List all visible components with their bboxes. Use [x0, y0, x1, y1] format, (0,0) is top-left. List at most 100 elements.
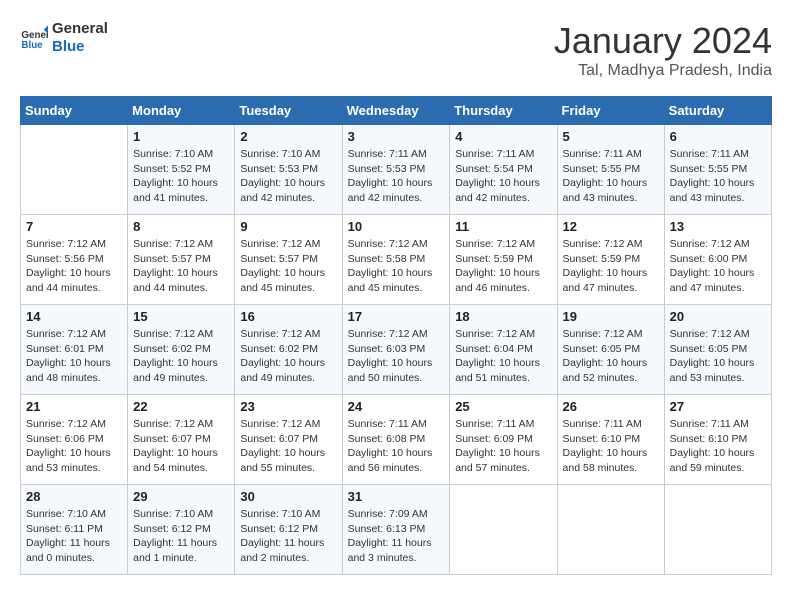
day-info: Sunrise: 7:11 AMSunset: 5:53 PMDaylight:… — [348, 147, 445, 206]
day-info: Sunrise: 7:09 AMSunset: 6:13 PMDaylight:… — [348, 507, 445, 566]
weekday-header-tuesday: Tuesday — [235, 97, 342, 125]
location-title: Tal, Madhya Pradesh, India — [554, 62, 772, 80]
week-row-2: 7 Sunrise: 7:12 AMSunset: 5:56 PMDaylight… — [21, 215, 772, 305]
calendar-cell: 10Sunrise: 7:12 AMSunset: 5:58 PMDayligh… — [342, 215, 450, 305]
day-number: 1 — [133, 129, 229, 144]
day-info: Sunrise: 7:12 AMSunset: 6:07 PMDaylight:… — [133, 417, 229, 476]
day-number: 13 — [670, 219, 766, 234]
day-number: 18 — [455, 309, 551, 324]
day-number: 16 — [240, 309, 336, 324]
calendar-cell: 23 Sunrise: 7:12 AMSunset: 6:07 PMDayligh… — [235, 395, 342, 485]
day-number: 15 — [133, 309, 229, 324]
weekday-header-row: SundayMondayTuesdayWednesdayThursdayFrid… — [21, 97, 772, 125]
day-info: Sunrise: 7:12 AMSunset: 6:06 PMDaylight:… — [26, 417, 122, 476]
day-info: Sunrise: 7:12 AMSunset: 6:05 PMDaylight:… — [563, 327, 659, 386]
weekday-header-monday: Monday — [128, 97, 235, 125]
calendar-cell: 18 Sunrise: 7:12 AMSunset: 6:04 PMDayligh… — [450, 305, 557, 395]
day-info: Sunrise: 7:12 AMSunset: 5:57 PMDaylight:… — [133, 237, 229, 296]
day-number: 14 — [26, 309, 122, 324]
day-number: 6 — [670, 129, 766, 144]
calendar-cell: 21 Sunrise: 7:12 AMSunset: 6:06 PMDayligh… — [21, 395, 128, 485]
day-info: Sunrise: 7:10 AMSunset: 6:11 PMDaylight:… — [26, 507, 122, 566]
day-info: Sunrise: 7:12 AMSunset: 6:04 PMDaylight:… — [455, 327, 551, 386]
day-info: Sunrise: 7:12 AMSunset: 5:59 PMDaylight:… — [455, 237, 551, 296]
day-number: 4 — [455, 129, 551, 144]
svg-text:Blue: Blue — [21, 40, 43, 51]
day-info: Sunrise: 7:11 AMSunset: 5:55 PMDaylight:… — [670, 147, 766, 206]
day-number: 10 — [348, 219, 445, 234]
month-title: January 2024 — [554, 20, 772, 62]
day-number: 7 — [26, 219, 122, 234]
day-number: 12 — [563, 219, 659, 234]
calendar-cell: 24 Sunrise: 7:11 AMSunset: 6:08 PMDayligh… — [342, 395, 450, 485]
logo-icon: General Blue — [20, 24, 48, 52]
calendar-cell: 4 Sunrise: 7:11 AMSunset: 5:54 PMDaylight… — [450, 125, 557, 215]
day-number: 23 — [240, 399, 336, 414]
day-number: 11 — [455, 219, 551, 234]
calendar-cell — [664, 485, 771, 575]
weekday-header-saturday: Saturday — [664, 97, 771, 125]
calendar-cell: 1 Sunrise: 7:10 AMSunset: 5:52 PMDaylight… — [128, 125, 235, 215]
week-row-4: 21 Sunrise: 7:12 AMSunset: 6:06 PMDayligh… — [21, 395, 772, 485]
calendar-cell — [21, 125, 128, 215]
day-number: 8 — [133, 219, 229, 234]
calendar-cell: 3 Sunrise: 7:11 AMSunset: 5:53 PMDaylight… — [342, 125, 450, 215]
day-info: Sunrise: 7:12 AMSunset: 5:59 PMDaylight:… — [563, 237, 659, 296]
day-info: Sunrise: 7:11 AMSunset: 5:54 PMDaylight:… — [455, 147, 551, 206]
logo-general: General — [52, 20, 108, 38]
day-info: Sunrise: 7:10 AMSunset: 5:52 PMDaylight:… — [133, 147, 229, 206]
day-number: 29 — [133, 489, 229, 504]
calendar-cell: 2 Sunrise: 7:10 AMSunset: 5:53 PMDaylight… — [235, 125, 342, 215]
day-number: 28 — [26, 489, 122, 504]
day-info: Sunrise: 7:12 AMSunset: 6:03 PMDaylight:… — [348, 327, 445, 386]
day-info: Sunrise: 7:11 AMSunset: 6:09 PMDaylight:… — [455, 417, 551, 476]
logo: General Blue General Blue — [20, 20, 108, 56]
day-info: Sunrise: 7:11 AMSunset: 6:08 PMDaylight:… — [348, 417, 445, 476]
calendar-cell: 12 Sunrise: 7:12 AMSunset: 5:59 PMDayligh… — [557, 215, 664, 305]
week-row-1: 1 Sunrise: 7:10 AMSunset: 5:52 PMDaylight… — [21, 125, 772, 215]
calendar-cell: 11 Sunrise: 7:12 AMSunset: 5:59 PMDayligh… — [450, 215, 557, 305]
day-info: Sunrise: 7:12 AMSunset: 6:02 PMDaylight:… — [240, 327, 336, 386]
day-number: 30 — [240, 489, 336, 504]
calendar-cell: 7 Sunrise: 7:12 AMSunset: 5:56 PMDaylight… — [21, 215, 128, 305]
day-number: 19 — [563, 309, 659, 324]
weekday-header-thursday: Thursday — [450, 97, 557, 125]
day-info: Sunrise: 7:11 AMSunset: 6:10 PMDaylight:… — [670, 417, 766, 476]
calendar-cell: 22 Sunrise: 7:12 AMSunset: 6:07 PMDayligh… — [128, 395, 235, 485]
day-info: Sunrise: 7:12 AMSunset: 6:00 PMDaylight:… — [670, 237, 766, 296]
calendar-cell: 19 Sunrise: 7:12 AMSunset: 6:05 PMDayligh… — [557, 305, 664, 395]
calendar-cell: 15 Sunrise: 7:12 AMSunset: 6:02 PMDayligh… — [128, 305, 235, 395]
calendar-cell: 8 Sunrise: 7:12 AMSunset: 5:57 PMDaylight… — [128, 215, 235, 305]
calendar-table: SundayMondayTuesdayWednesdayThursdayFrid… — [20, 96, 772, 575]
day-info: Sunrise: 7:10 AMSunset: 5:53 PMDaylight:… — [240, 147, 336, 206]
day-number: 3 — [348, 129, 445, 144]
logo-blue: Blue — [52, 38, 108, 56]
day-info: Sunrise: 7:12 AMSunset: 5:56 PMDaylight:… — [26, 237, 122, 296]
day-info: Sunrise: 7:11 AMSunset: 6:10 PMDaylight:… — [563, 417, 659, 476]
day-number: 21 — [26, 399, 122, 414]
calendar-cell: 13 Sunrise: 7:12 AMSunset: 6:00 PMDayligh… — [664, 215, 771, 305]
calendar-cell — [450, 485, 557, 575]
title-block: January 2024 Tal, Madhya Pradesh, India — [554, 20, 772, 80]
day-number: 9 — [240, 219, 336, 234]
day-number: 2 — [240, 129, 336, 144]
day-info: Sunrise: 7:12 AMSunset: 6:02 PMDaylight:… — [133, 327, 229, 386]
day-number: 27 — [670, 399, 766, 414]
day-number: 31 — [348, 489, 445, 504]
day-number: 26 — [563, 399, 659, 414]
calendar-cell: 30 Sunrise: 7:10 AMSunset: 6:12 PMDayligh… — [235, 485, 342, 575]
calendar-cell: 28 Sunrise: 7:10 AMSunset: 6:11 PMDayligh… — [21, 485, 128, 575]
calendar-cell: 6 Sunrise: 7:11 AMSunset: 5:55 PMDaylight… — [664, 125, 771, 215]
weekday-header-sunday: Sunday — [21, 97, 128, 125]
calendar-cell: 26 Sunrise: 7:11 AMSunset: 6:10 PMDayligh… — [557, 395, 664, 485]
day-number: 22 — [133, 399, 229, 414]
calendar-cell: 17 Sunrise: 7:12 AMSunset: 6:03 PMDayligh… — [342, 305, 450, 395]
calendar-cell — [557, 485, 664, 575]
day-number: 17 — [348, 309, 445, 324]
calendar-cell: 16 Sunrise: 7:12 AMSunset: 6:02 PMDayligh… — [235, 305, 342, 395]
day-info: Sunrise: 7:10 AMSunset: 6:12 PMDaylight:… — [240, 507, 336, 566]
day-info: Sunrise: 7:10 AMSunset: 6:12 PMDaylight:… — [133, 507, 229, 566]
day-info: Sunrise: 7:12 AMSunset: 6:07 PMDaylight:… — [240, 417, 336, 476]
day-number: 24 — [348, 399, 445, 414]
calendar-cell: 25Sunrise: 7:11 AMSunset: 6:09 PMDayligh… — [450, 395, 557, 485]
